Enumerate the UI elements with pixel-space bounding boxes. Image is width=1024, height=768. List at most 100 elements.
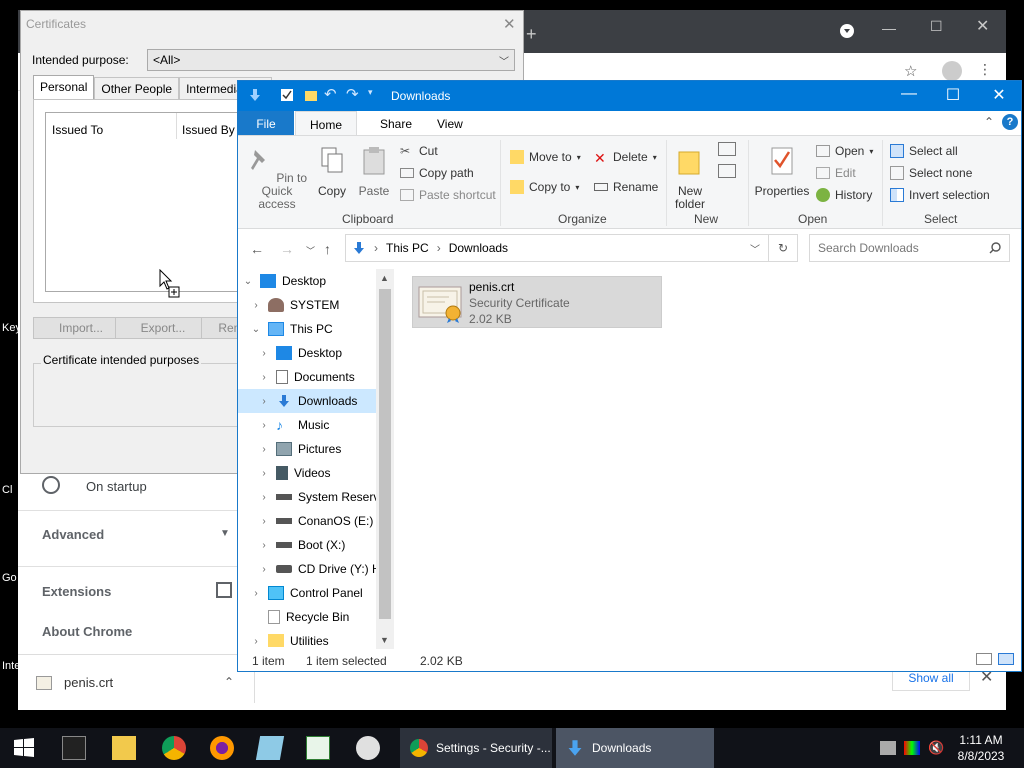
- tree-item-videos[interactable]: › Videos: [258, 461, 394, 485]
- taskbar-item-chrome-settings[interactable]: Settings - Security -...: [400, 728, 552, 768]
- tree-item-boot[interactable]: › Boot (X:): [258, 533, 394, 557]
- tiles-view-icon[interactable]: [998, 653, 1014, 665]
- close-icon[interactable]: ✕: [503, 15, 516, 33]
- chevron-expanded-icon[interactable]: ⌄: [250, 324, 262, 335]
- tree-item-desktop-pc[interactable]: › Desktop: [258, 341, 394, 365]
- undo-icon[interactable]: ↶: [324, 85, 338, 103]
- tab-personal[interactable]: Personal: [33, 75, 95, 99]
- close-icon[interactable]: ✕: [976, 16, 989, 36]
- up-arrow-icon[interactable]: ↑: [324, 241, 331, 257]
- chevron-right-icon[interactable]: ›: [258, 348, 270, 359]
- scrollbar-thumb[interactable]: [379, 289, 391, 619]
- delete-button[interactable]: ✕ Delete ▾: [594, 150, 657, 166]
- move-to-button[interactable]: Move to ▾: [510, 150, 581, 164]
- paste-shortcut-button[interactable]: Paste shortcut: [400, 188, 496, 202]
- new-tab-icon[interactable]: +: [526, 24, 537, 45]
- tree-item-music[interactable]: › ♪ Music: [258, 413, 394, 437]
- minimize-icon[interactable]: —: [882, 20, 896, 36]
- tree-item-cd-drive[interactable]: › CD Drive (Y:) H: [258, 557, 394, 581]
- chrome-icon[interactable]: [162, 736, 186, 760]
- select-none-button[interactable]: Select none: [890, 166, 972, 180]
- chevron-right-icon[interactable]: ›: [258, 564, 270, 575]
- chrome-menu-icon[interactable]: ⋮: [978, 61, 992, 78]
- paint-icon[interactable]: [356, 736, 380, 760]
- easy-access-icon[interactable]: [718, 164, 736, 178]
- tree-item-desktop[interactable]: ⌄ Desktop: [242, 269, 380, 293]
- copy-to-button[interactable]: Copy to ▾: [510, 180, 579, 194]
- edit-button[interactable]: Edit: [816, 166, 856, 180]
- new-item-icon[interactable]: [718, 142, 736, 156]
- tree-item-system-reserved[interactable]: › System Reserve: [258, 485, 394, 509]
- chevron-down-icon[interactable]: ﹀: [750, 241, 760, 256]
- new-folder-quick-icon[interactable]: [304, 88, 318, 102]
- tree-item-conanos[interactable]: › ConanOS (E:): [258, 509, 394, 533]
- tree-item-documents[interactable]: › Documents: [258, 365, 394, 389]
- extensions-item[interactable]: Extensions: [42, 584, 111, 599]
- chevron-right-icon[interactable]: ›: [258, 444, 270, 455]
- chevron-right-icon[interactable]: ›: [250, 588, 262, 599]
- tree-item-downloads[interactable]: › Downloads: [238, 389, 376, 413]
- tree-item-system[interactable]: › SYSTEM: [250, 293, 388, 317]
- tree-item-utilities[interactable]: › Utilities: [250, 629, 388, 647]
- taskbar-item-downloads[interactable]: Downloads: [556, 728, 714, 768]
- copy-button[interactable]: Copy: [314, 146, 350, 198]
- chevron-right-icon[interactable]: ›: [250, 300, 262, 311]
- chevron-right-icon[interactable]: ›: [258, 516, 270, 527]
- details-view-icon[interactable]: [976, 653, 992, 665]
- minimize-icon[interactable]: —: [886, 85, 932, 103]
- advanced-item[interactable]: Advanced: [42, 527, 104, 542]
- close-icon[interactable]: ✕: [976, 85, 1022, 105]
- paste-button[interactable]: Paste: [356, 146, 392, 198]
- chevron-right-icon[interactable]: ›: [258, 420, 270, 431]
- open-button[interactable]: Open ▾: [816, 144, 873, 158]
- breadcrumb-downloads[interactable]: Downloads: [449, 241, 508, 255]
- tab-home[interactable]: Home: [295, 111, 358, 136]
- windows-start-icon[interactable]: [12, 736, 36, 760]
- pin-quick-access-button[interactable]: Pin to Quick access: [244, 146, 310, 211]
- tab-other-people[interactable]: Other People: [94, 77, 180, 99]
- chevron-right-icon[interactable]: ›: [258, 372, 270, 383]
- firefox-icon[interactable]: [210, 736, 234, 760]
- help-icon[interactable]: ?: [1002, 114, 1018, 130]
- about-chrome-item[interactable]: About Chrome: [42, 624, 132, 639]
- maximize-icon[interactable]: ☐: [930, 18, 943, 35]
- chevron-expanded-icon[interactable]: ⌄: [242, 276, 254, 287]
- export-button[interactable]: Export...: [115, 317, 211, 339]
- address-bar[interactable]: › This PC › Downloads ﹀: [345, 234, 769, 262]
- invert-selection-button[interactable]: Invert selection: [890, 188, 990, 202]
- chevron-right-icon[interactable]: ›: [258, 396, 270, 407]
- intended-purpose-select[interactable]: <All> ﹀: [147, 49, 515, 71]
- column-issued-to[interactable]: Issued To: [52, 123, 103, 137]
- tab-share[interactable]: Share: [366, 111, 426, 135]
- chevron-up-icon[interactable]: ⌃: [224, 675, 234, 689]
- search-input[interactable]: Search Downloads: [809, 234, 1010, 262]
- tree-item-recycle-bin[interactable]: Recycle Bin: [250, 605, 388, 629]
- clock[interactable]: 1:11 AM 8/8/2023: [954, 732, 1008, 764]
- tab-search-icon[interactable]: [840, 24, 854, 41]
- tree-item-pictures[interactable]: › Pictures: [258, 437, 394, 461]
- download-item[interactable]: penis.crt: [36, 675, 113, 690]
- rename-button[interactable]: Rename: [594, 180, 658, 194]
- forward-arrow-icon[interactable]: →: [280, 241, 294, 257]
- scroll-down-icon[interactable]: ▼: [380, 635, 389, 645]
- history-button[interactable]: History: [816, 188, 872, 202]
- tab-file[interactable]: File: [238, 111, 294, 135]
- chevron-right-icon[interactable]: ›: [258, 540, 270, 551]
- recent-locations-icon[interactable]: ﹀: [306, 244, 315, 257]
- scroll-up-icon[interactable]: ▲: [380, 273, 389, 283]
- breadcrumb-this-pc[interactable]: This PC: [386, 241, 429, 255]
- cut-button[interactable]: ✂ Cut: [400, 144, 438, 158]
- new-folder-button[interactable]: New folder: [670, 146, 710, 211]
- command-prompt-icon[interactable]: [62, 736, 86, 760]
- tree-item-control-panel[interactable]: › Control Panel: [250, 581, 388, 605]
- redo-icon[interactable]: ↷: [346, 85, 360, 103]
- customize-toolbar-icon[interactable]: ▾: [368, 87, 382, 101]
- notepad-icon[interactable]: [255, 736, 285, 760]
- select-all-button[interactable]: Select all: [890, 144, 958, 158]
- chevron-right-icon[interactable]: ›: [258, 468, 270, 479]
- file-explorer-icon[interactable]: [112, 736, 136, 760]
- bookmark-star-icon[interactable]: ☆: [904, 62, 917, 80]
- tree-item-this-pc[interactable]: ⌄ This PC: [250, 317, 388, 341]
- spreadsheet-icon[interactable]: [306, 736, 330, 760]
- tab-view[interactable]: View: [423, 111, 477, 135]
